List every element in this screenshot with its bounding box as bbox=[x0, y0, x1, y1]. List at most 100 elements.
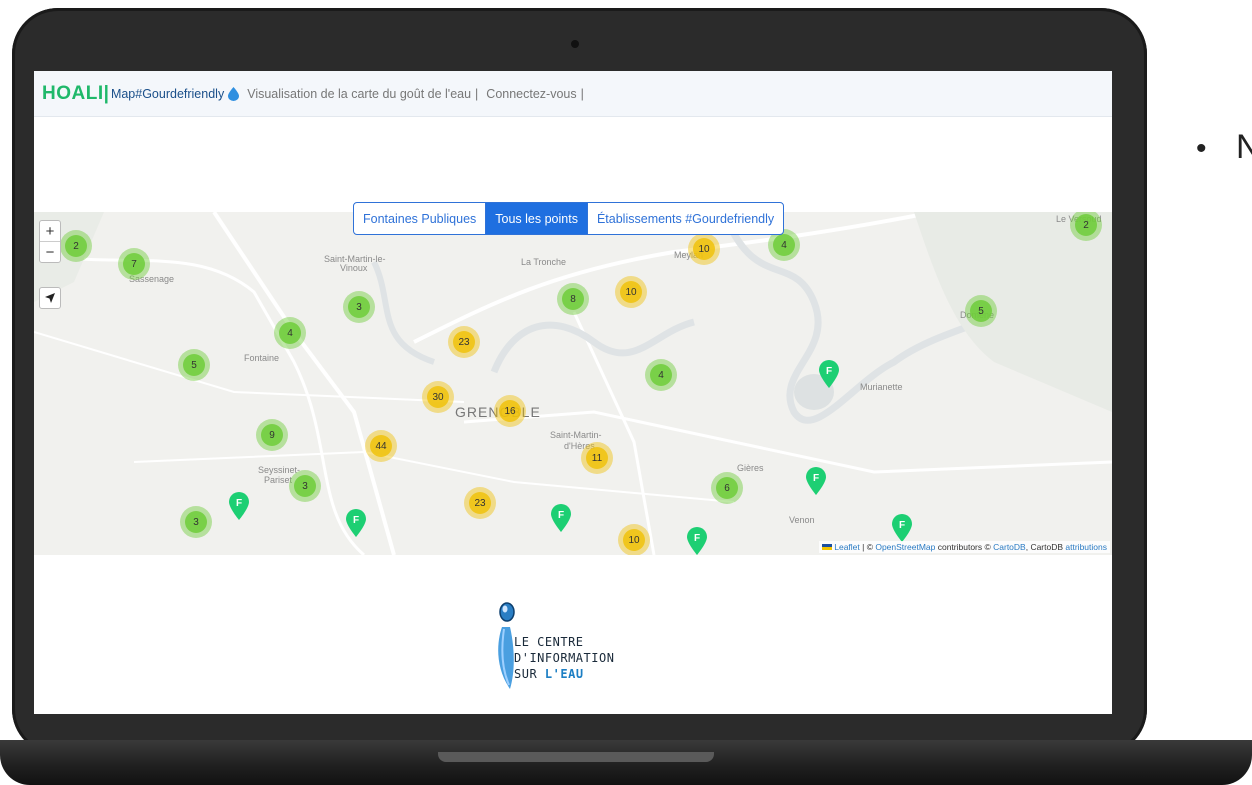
pin-label: F bbox=[558, 510, 564, 521]
cluster-count: 30 bbox=[427, 386, 449, 408]
cluster-marker[interactable]: 11 bbox=[581, 442, 613, 474]
cluster-count: 16 bbox=[499, 400, 521, 422]
cluster-marker[interactable]: 7 bbox=[118, 248, 150, 280]
cluster-count: 4 bbox=[650, 364, 672, 386]
navbar: HOALI | Map#Gourdefriendly Visualisation… bbox=[34, 71, 1112, 117]
cluster-marker[interactable]: 16 bbox=[494, 395, 526, 427]
cluster-marker[interactable]: 6 bbox=[711, 472, 743, 504]
cluster-marker[interactable]: 30 bbox=[422, 381, 454, 413]
fountain-pin-icon[interactable]: F bbox=[229, 492, 249, 520]
cartodb-link[interactable]: CartoDB bbox=[993, 542, 1026, 552]
attribution-text: | © bbox=[859, 542, 876, 552]
map-tiles bbox=[34, 212, 1112, 555]
pin-label: F bbox=[826, 366, 832, 377]
nav-connect[interactable]: Connectez-vous bbox=[486, 87, 576, 101]
place-label: Pariset bbox=[264, 475, 293, 485]
cluster-count: 6 bbox=[716, 477, 738, 499]
cluster-marker[interactable]: 4 bbox=[645, 359, 677, 391]
flag-icon bbox=[822, 544, 833, 550]
cluster-marker[interactable]: 9 bbox=[256, 419, 288, 451]
laptop-notch bbox=[438, 752, 714, 762]
cluster-count: 4 bbox=[773, 234, 795, 256]
navigation-arrow-icon bbox=[45, 293, 55, 303]
logo-line: SUR L'EAU bbox=[514, 666, 614, 682]
webcam bbox=[571, 40, 579, 48]
cluster-count: 5 bbox=[183, 354, 205, 376]
app-name-link[interactable]: Map#Gourdefriendly bbox=[111, 87, 224, 101]
cluster-marker[interactable]: 10 bbox=[688, 233, 720, 265]
cluster-marker[interactable]: 3 bbox=[289, 470, 321, 502]
tab-fontaines[interactable]: Fontaines Publiques bbox=[354, 203, 487, 234]
cluster-marker[interactable]: 3 bbox=[343, 291, 375, 323]
cluster-marker[interactable]: 8 bbox=[557, 283, 589, 315]
leaflet-map[interactable]: Saint-Martin-le- Vinoux La Tronche Meyla… bbox=[34, 212, 1112, 555]
place-label: Murianette bbox=[860, 382, 903, 392]
cluster-marker[interactable]: 10 bbox=[615, 276, 647, 308]
zoom-control: + − bbox=[39, 220, 61, 263]
slide-cut-text: N bbox=[1236, 128, 1252, 166]
cluster-marker[interactable]: 44 bbox=[365, 430, 397, 462]
cluster-marker[interactable]: 3 bbox=[180, 506, 212, 538]
osm-link[interactable]: OpenStreetMap bbox=[875, 542, 935, 552]
fountain-pin-icon[interactable]: F bbox=[346, 509, 366, 537]
cluster-count: 23 bbox=[469, 492, 491, 514]
leaflet-link[interactable]: Leaflet bbox=[834, 542, 860, 552]
fountain-pin-icon[interactable]: F bbox=[551, 504, 571, 532]
cluster-count: 44 bbox=[370, 435, 392, 457]
fountain-pin-icon[interactable]: F bbox=[806, 467, 826, 495]
pin-label: F bbox=[899, 520, 905, 531]
cluster-count: 23 bbox=[453, 331, 475, 353]
place-label: La Tronche bbox=[521, 257, 567, 267]
tab-etablissements[interactable]: Établissements #Gourdefriendly bbox=[588, 203, 783, 234]
cluster-count: 3 bbox=[185, 511, 207, 533]
pin-label: F bbox=[236, 498, 242, 509]
browser-screen: HOALI | Map#Gourdefriendly Visualisation… bbox=[34, 71, 1112, 714]
place-label: Gières bbox=[737, 463, 764, 473]
attributions-link[interactable]: attributions bbox=[1065, 542, 1107, 552]
fountain-pin-icon[interactable]: F bbox=[819, 360, 839, 388]
nav-visualisation[interactable]: Visualisation de la carte du goût de l'e… bbox=[247, 87, 471, 101]
logo-word-accent: L'EAU bbox=[544, 667, 584, 681]
nav-separator: | bbox=[580, 86, 584, 101]
logo-line: LE CENTRE bbox=[514, 635, 584, 649]
locate-button[interactable] bbox=[39, 287, 61, 309]
map-filter-tabs: Fontaines Publiques Tous les points Étab… bbox=[353, 202, 785, 235]
cluster-count: 10 bbox=[693, 238, 715, 260]
zoom-out-button[interactable]: − bbox=[40, 242, 60, 262]
pin-label: F bbox=[813, 473, 819, 484]
logo-word: SUR bbox=[514, 667, 538, 681]
place-label: Fontaine bbox=[244, 353, 280, 363]
cluster-count: 2 bbox=[1075, 214, 1097, 236]
zoom-in-button[interactable]: + bbox=[40, 221, 60, 242]
water-drop-icon bbox=[228, 86, 240, 101]
cluster-count: 8 bbox=[562, 288, 584, 310]
slide-bullet: • bbox=[1196, 132, 1207, 165]
place-label: Venon bbox=[789, 515, 815, 525]
cluster-count: 3 bbox=[294, 475, 316, 497]
cluster-count: 5 bbox=[970, 300, 992, 322]
fountain-pin-icon[interactable]: F bbox=[687, 527, 707, 555]
place-label: Vinoux bbox=[340, 263, 368, 273]
cluster-marker[interactable]: 5 bbox=[178, 349, 210, 381]
fountain-pin-icon[interactable]: F bbox=[892, 514, 912, 542]
pin-label: F bbox=[353, 515, 359, 526]
cluster-marker[interactable]: 23 bbox=[448, 326, 480, 358]
cluster-marker[interactable]: 10 bbox=[618, 524, 650, 555]
cluster-count: 10 bbox=[620, 281, 642, 303]
cluster-count: 3 bbox=[348, 296, 370, 318]
cluster-marker[interactable]: 2 bbox=[60, 230, 92, 262]
cluster-marker[interactable]: 23 bbox=[464, 487, 496, 519]
logo-line: D'INFORMATION bbox=[514, 651, 615, 665]
tab-tous-les-points[interactable]: Tous les points bbox=[486, 203, 588, 234]
cieau-logo-text: LE CENTRE D'INFORMATION SUR L'EAU bbox=[514, 634, 614, 682]
cluster-marker[interactable]: 4 bbox=[274, 317, 306, 349]
cluster-count: 9 bbox=[261, 424, 283, 446]
brand-logo[interactable]: HOALI bbox=[42, 83, 104, 105]
nav-separator: | bbox=[475, 86, 479, 101]
laptop-base bbox=[0, 740, 1252, 785]
brand-bar: | bbox=[103, 82, 109, 104]
place-label: Saint-Martin- bbox=[550, 430, 602, 440]
attribution-text: , CartoDB bbox=[1025, 542, 1066, 552]
cluster-count: 4 bbox=[279, 322, 301, 344]
cluster-marker[interactable]: 5 bbox=[965, 295, 997, 327]
